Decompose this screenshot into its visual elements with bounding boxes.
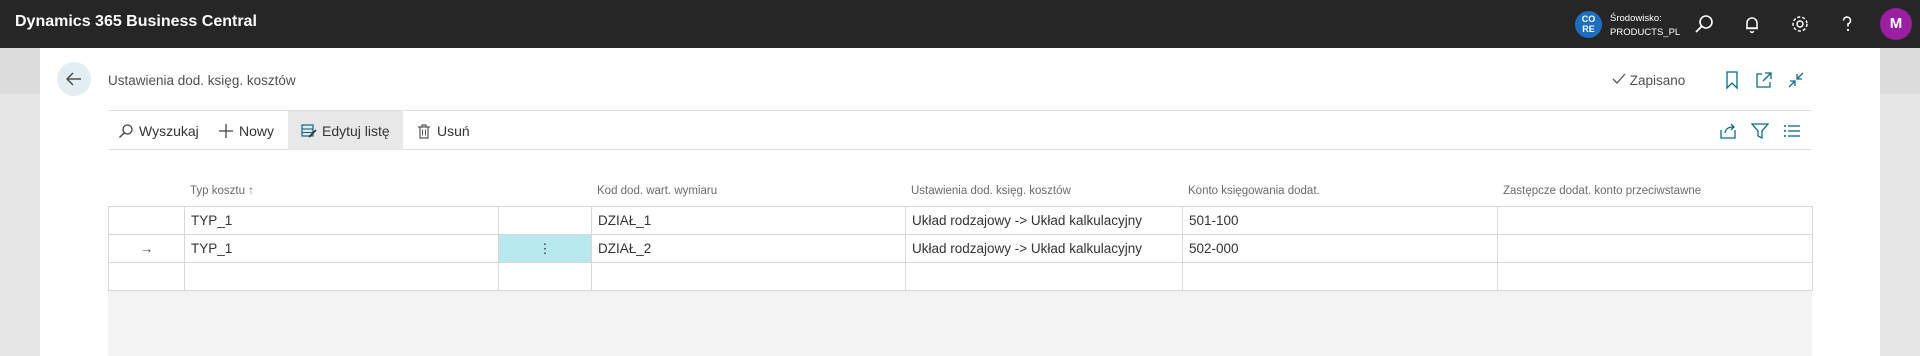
checkmark-icon	[1612, 73, 1626, 84]
cell-row-menu[interactable]	[498, 206, 592, 235]
table-row[interactable]	[108, 262, 1813, 291]
environment-badge[interactable]: CO RE	[1575, 11, 1602, 38]
list-view-icon[interactable]	[1782, 121, 1802, 141]
column-header-ustawienia[interactable]: Ustawienia dod. księg. kosztów	[911, 185, 1071, 197]
search-action-label: Wyszukaj	[139, 122, 199, 139]
action-bar: Wyszukaj Nowy Edytuj listę Usuń	[108, 110, 1812, 150]
bell-icon[interactable]	[1741, 13, 1763, 35]
filter-icon[interactable]	[1750, 121, 1770, 141]
cell-konto[interactable]: 501-100	[1182, 206, 1498, 235]
cell-ustawienia[interactable]: Układ rodzajowy -> Układ kalkulacyjny	[905, 234, 1183, 263]
cell-typ-kosztu[interactable]	[184, 262, 499, 291]
trash-icon	[418, 123, 430, 139]
bookmark-icon[interactable]	[1722, 70, 1742, 90]
table-row[interactable]: TYP_1 DZIAŁ_1 Układ rodzajowy -> Układ k…	[108, 206, 1813, 235]
search-icon[interactable]	[1693, 13, 1715, 35]
delete-action-label: Usuń	[437, 122, 470, 139]
cell-zastepcze[interactable]	[1497, 206, 1813, 235]
collapse-icon[interactable]	[1786, 70, 1806, 90]
cell-zastepcze[interactable]	[1497, 234, 1813, 263]
cell-kod-wymiaru[interactable]: DZIAŁ_1	[591, 206, 906, 235]
top-app-bar: Dynamics 365 Business Central CO RE Środ…	[0, 0, 1920, 48]
saved-status-label: Zapisano	[1629, 73, 1686, 88]
column-header-kod-wymiaru[interactable]: Kod dod. wart. wymiaru	[597, 185, 717, 197]
page-title: Ustawienia dod. księg. kosztów	[108, 73, 296, 88]
search-icon	[119, 123, 133, 138]
cell-ustawienia[interactable]	[905, 262, 1183, 291]
table-row[interactable]: → TYP_1 ⋮ DZIAŁ_2 Układ rodzajowy -> Ukł…	[108, 234, 1813, 263]
help-icon[interactable]	[1836, 13, 1858, 35]
edit-list-icon	[301, 123, 317, 138]
app-title[interactable]: Dynamics 365 Business Central	[15, 13, 257, 31]
row-marker	[108, 206, 185, 235]
cell-kod-wymiaru[interactable]	[591, 262, 906, 291]
user-avatar[interactable]: M	[1880, 8, 1912, 40]
edit-list-action-label: Edytuj listę	[322, 122, 390, 139]
cell-zastepcze[interactable]	[1497, 262, 1813, 291]
column-header-typ-kosztu[interactable]: Typ kosztu ↑	[190, 185, 254, 197]
back-button[interactable]	[57, 62, 91, 96]
cell-kod-wymiaru[interactable]: DZIAŁ_2	[591, 234, 906, 263]
environment-label-line1: Środowisko:	[1610, 13, 1662, 24]
cell-ustawienia[interactable]: Układ rodzajowy -> Układ kalkulacyjny	[905, 206, 1183, 235]
cell-row-menu[interactable]	[498, 262, 592, 291]
open-in-new-window-icon[interactable]	[1754, 70, 1774, 90]
environment-badge-line1: CO	[1581, 14, 1596, 24]
gear-icon[interactable]	[1789, 13, 1811, 35]
arrow-left-icon	[66, 72, 81, 86]
cell-konto[interactable]: 502-000	[1182, 234, 1498, 263]
column-header-zastepcze[interactable]: Zastępcze dodat. konto przeciwstawne	[1503, 185, 1701, 197]
cell-typ-kosztu[interactable]: TYP_1	[184, 234, 499, 263]
data-grid: TYP_1 DZIAŁ_1 Układ rodzajowy -> Układ k…	[108, 206, 1813, 291]
column-header-konto[interactable]: Konto księgowania dodat.	[1188, 185, 1320, 197]
row-menu-button[interactable]: ⋮	[498, 234, 592, 263]
row-marker	[108, 262, 185, 291]
delete-action-button[interactable]: Usuń	[416, 111, 470, 150]
environment-badge-line2: RE	[1582, 24, 1595, 34]
new-action-button[interactable]: Nowy	[218, 111, 274, 150]
cell-typ-kosztu[interactable]: TYP_1	[184, 206, 499, 235]
saved-status: Zapisano	[1612, 73, 1685, 88]
environment-label[interactable]: Środowisko: PRODUCTS_PL	[1610, 12, 1680, 40]
plus-icon	[219, 123, 233, 138]
current-row-arrow-icon: →	[108, 234, 185, 263]
new-action-label: Nowy	[239, 122, 275, 139]
edit-list-action-button[interactable]: Edytuj listę	[288, 111, 403, 150]
cell-konto[interactable]	[1182, 262, 1498, 291]
search-action-button[interactable]: Wyszukaj	[118, 111, 199, 150]
grid-empty-area	[108, 291, 1812, 356]
share-icon[interactable]	[1718, 121, 1738, 141]
environment-label-line2: PRODUCTS_PL	[1610, 27, 1681, 38]
